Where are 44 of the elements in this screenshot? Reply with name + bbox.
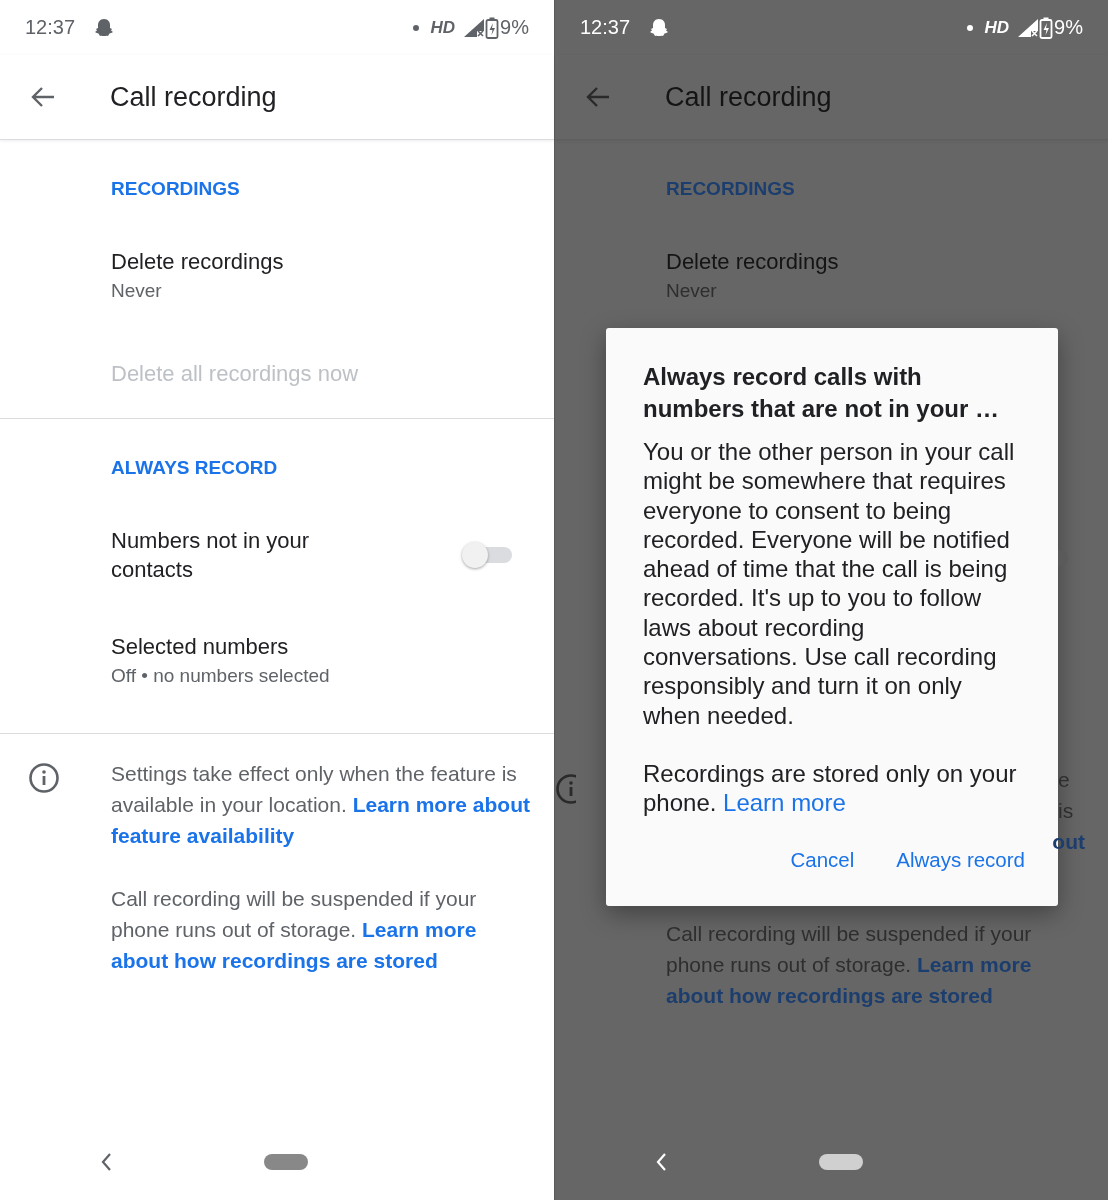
item-summary: Never [666, 279, 718, 303]
battery-level: 9% [500, 16, 529, 39]
dot-icon [412, 24, 419, 31]
dialog-button[interactable]: Always record [880, 837, 1041, 882]
signal-icon [1017, 17, 1040, 38]
item-title: Numbers not in your contacts [111, 527, 311, 584]
learn-more-link[interactable]: Learn more [362, 918, 477, 941]
section-header: RECORDINGS [111, 177, 241, 201]
battery-icon [1039, 16, 1054, 39]
home-handle[interactable] [819, 1154, 863, 1170]
info-icon [27, 762, 60, 794]
item-title: Selected numbers [111, 633, 290, 661]
item-summary: Off • no numbers selected [111, 664, 331, 688]
battery-level: 9% [1054, 16, 1083, 39]
section-header: ALWAYS RECORD [111, 456, 279, 480]
back-icon[interactable] [100, 1152, 112, 1172]
status-time: 12:37 [580, 16, 631, 39]
back-arrow-icon[interactable] [30, 85, 56, 109]
signal-icon [463, 17, 486, 38]
dot-icon [966, 24, 973, 31]
network-type: HD [430, 17, 456, 38]
item-summary: Never [111, 279, 163, 303]
item-title: Delete recordings [666, 248, 840, 276]
home-handle[interactable] [264, 1154, 308, 1170]
dialog-title: Always record calls with numbers that are not in your … [643, 362, 1001, 424]
dialog-button[interactable]: Cancel [774, 837, 871, 882]
note-text: Call recording will be suspended if your phone runs out of storage. Learn more about how recordings are stored [111, 886, 478, 974]
learn-more-link[interactable]: about how recordings are stored [111, 949, 438, 972]
note-text: Settings take effect only when the feature is available in your location. Learn more about feature availability [111, 761, 532, 849]
network-type: HD [984, 17, 1010, 38]
screen-title: Call recording [110, 81, 277, 113]
dialog-message: You or the other person in your call might be somewhere that requires everyone to consent to being recorded. Everyone will be notified ahead of time that the call is being recorded. It's up to you to follow laws about recording conversations. Use call recording responsibly and turn it on only when needed. [643, 437, 1016, 730]
learn-more-link[interactable]: feature availability [111, 824, 295, 847]
screen-title: Call recording [665, 81, 832, 113]
item-title: Delete all recordings now [111, 359, 360, 388]
battery-icon [485, 16, 500, 39]
item-title: Delete recordings [111, 248, 285, 276]
section-header: RECORDINGS [666, 177, 796, 201]
learn-more-link[interactable]: Learn more about [352, 793, 531, 816]
status-time: 12:37 [25, 16, 76, 39]
back-arrow-icon[interactable] [585, 85, 611, 109]
dialog-message: Recordings are stored only on your phone. Learn more [643, 758, 1018, 818]
info-icon [555, 773, 576, 805]
learn-more-link[interactable]: Learn more [723, 789, 846, 817]
